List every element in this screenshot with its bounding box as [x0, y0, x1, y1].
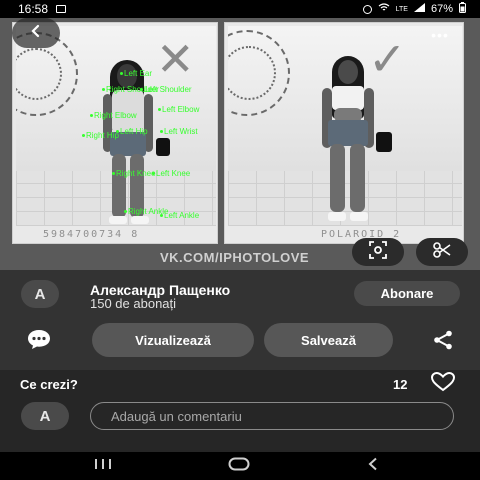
crop-button[interactable] — [416, 238, 468, 266]
comments-section: Ce crezi? 12 A — [0, 370, 480, 452]
author-followers: 150 de abonați — [90, 296, 177, 311]
more-options-button[interactable]: ••• — [420, 22, 460, 48]
system-navigation-bar — [0, 452, 480, 480]
status-bar: 16:58 LTE 67% — [0, 0, 480, 18]
comment-input[interactable] — [90, 402, 454, 430]
like-button[interactable] — [428, 371, 458, 397]
home-icon — [228, 457, 250, 476]
signal-icon — [413, 3, 425, 15]
comment-button[interactable] — [24, 329, 54, 354]
pin-image[interactable]: ✕ Left Ear Right Shoulder Left Shoulder … — [0, 18, 480, 270]
battery-percent: 67% — [430, 3, 453, 15]
recent-apps-icon — [94, 457, 112, 475]
cross-mark: ✕ — [156, 33, 195, 85]
battery-icon — [459, 2, 466, 16]
keypoint-left-elbow: Left Elbow — [157, 105, 200, 114]
comment-icon — [27, 329, 51, 354]
left-photo: ✕ Left Ear Right Shoulder Left Shoulder … — [16, 26, 216, 226]
visual-search-icon — [369, 240, 387, 264]
heart-icon — [430, 371, 456, 397]
more-icon: ••• — [431, 27, 449, 43]
recent-apps-button[interactable] — [88, 458, 118, 474]
wifi-icon — [378, 3, 390, 15]
network-type: LTE — [395, 5, 408, 13]
share-button[interactable] — [430, 330, 456, 354]
alarm-icon — [362, 4, 372, 14]
keypoint-right-hip: Right Hip — [82, 131, 119, 140]
comments-title: Ce crezi? — [20, 377, 78, 392]
check-mark: ✓ — [368, 33, 407, 85]
keypoint-left-knee: Left Knee — [151, 169, 191, 178]
gallery-notification-icon — [56, 5, 67, 13]
author-avatar[interactable]: A — [21, 280, 59, 308]
likes-count: 12 — [393, 377, 408, 392]
keypoint-left-ankle: Left Ankle — [159, 211, 200, 220]
right-photo: ✓ — [228, 26, 462, 226]
back-button[interactable] — [12, 18, 60, 48]
nav-back-icon — [367, 457, 379, 476]
nav-back-button[interactable] — [360, 457, 386, 476]
right-polaroid: ✓ POLAROID 2 — [224, 22, 464, 244]
share-icon — [433, 330, 453, 355]
commenter-avatar: A — [21, 402, 69, 430]
status-time: 16:58 — [18, 2, 49, 16]
save-button[interactable]: Salvează — [264, 323, 393, 357]
pin-details-panel: A Александр Пащенко 150 de abonați Abona… — [0, 270, 480, 370]
serial-left: 5984700734 8 — [43, 229, 140, 240]
scissors-icon — [433, 241, 451, 263]
keypoint-left-ear: Left Ear — [119, 69, 153, 78]
keypoint-left-shoulder: Left Shoulder — [140, 85, 192, 94]
left-polaroid: ✕ Left Ear Right Shoulder Left Shoulder … — [12, 22, 218, 244]
keypoint-right-elbow: Right Elbow — [90, 111, 137, 120]
home-button[interactable] — [222, 457, 256, 476]
visual-search-button[interactable] — [352, 238, 404, 266]
keypoint-right-knee: Right Knee — [112, 169, 156, 178]
keypoint-left-hip: Left Hip — [116, 127, 148, 136]
keypoint-left-wrist: Left Wrist — [160, 127, 198, 136]
view-button[interactable]: Vizualizează — [92, 323, 254, 357]
watermark: VK.COM/IPHOTOLOVE — [160, 250, 310, 265]
back-arrow-icon — [29, 24, 43, 43]
follow-button[interactable]: Abonare — [354, 281, 460, 306]
